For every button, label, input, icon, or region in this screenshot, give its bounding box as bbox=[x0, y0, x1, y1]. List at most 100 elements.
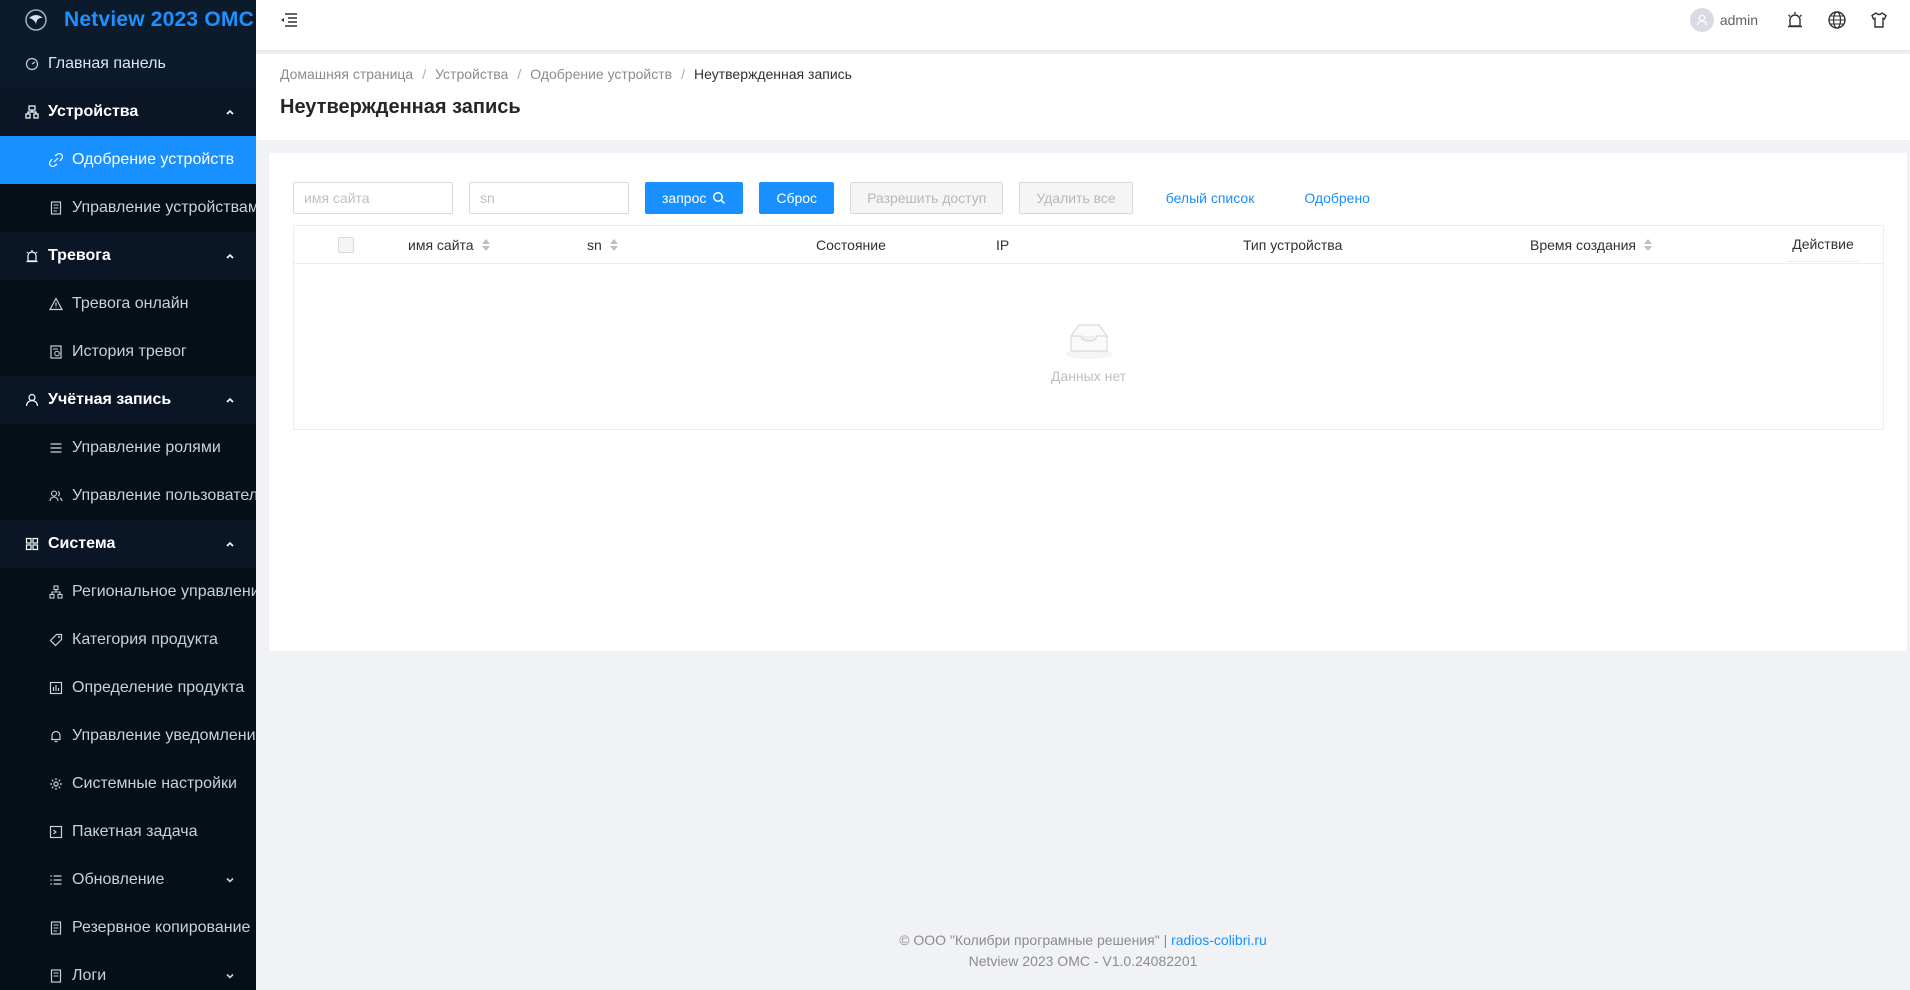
sidebar-item-product-definition[interactable]: Определение продукта bbox=[0, 664, 256, 712]
alarm-icon bbox=[24, 248, 40, 264]
sidebar-item-device-management[interactable]: Управление устройствами bbox=[0, 184, 256, 232]
search-icon bbox=[713, 192, 726, 205]
sidebar-item-notifications[interactable]: Управление уведомлениями bbox=[0, 712, 256, 760]
sidebar-item-alarm-history[interactable]: История тревог bbox=[0, 328, 256, 376]
sort-icon[interactable] bbox=[1644, 239, 1652, 251]
user-icon bbox=[24, 392, 40, 408]
sidebar-item-label: Обновление bbox=[72, 871, 165, 888]
sidebar-group-label: Система bbox=[48, 535, 116, 552]
user-menu[interactable]: admin bbox=[1689, 8, 1758, 32]
company-link[interactable]: radios-colibri.ru bbox=[1171, 932, 1267, 948]
reset-button[interactable]: Сброс bbox=[759, 182, 835, 214]
breadcrumb-separator: / bbox=[422, 66, 427, 82]
footer: © ООО "Колибри програмные решения" | rad… bbox=[256, 930, 1910, 972]
link-icon bbox=[48, 152, 64, 168]
whitelist-link[interactable]: белый список bbox=[1149, 182, 1272, 214]
sidebar-item-update[interactable]: Обновление bbox=[0, 856, 256, 904]
sidebar-item-label: Резервное копирование bbox=[72, 919, 251, 936]
column-label: sn bbox=[587, 237, 602, 253]
column-created-time[interactable]: Время создания bbox=[1530, 226, 1652, 264]
list-bullets-icon bbox=[48, 872, 64, 888]
breadcrumb-home[interactable]: Домашняя страница bbox=[280, 66, 413, 82]
devices-icon bbox=[24, 104, 40, 120]
column-label: имя сайта bbox=[408, 237, 474, 253]
chevron-down-icon bbox=[226, 877, 234, 883]
sidebar-item-label: Управление ролями bbox=[72, 439, 221, 456]
sidebar-item-batch-task[interactable]: Пакетная задача bbox=[0, 808, 256, 856]
empty-inbox-icon bbox=[1064, 323, 1113, 359]
site-name-input[interactable] bbox=[293, 182, 453, 214]
column-device-type: Тип устройства bbox=[1243, 226, 1342, 264]
sidebar-item-roles[interactable]: Управление ролями bbox=[0, 424, 256, 472]
top-header: admin bbox=[256, 0, 1910, 50]
query-label: запрос bbox=[662, 190, 707, 206]
chevron-up-icon bbox=[226, 397, 234, 403]
sidebar-item-backup[interactable]: Резервное копирование bbox=[0, 904, 256, 952]
sidebar-item-system-settings[interactable]: Системные настройки bbox=[0, 760, 256, 808]
sidebar-item-label: История тревог bbox=[72, 343, 187, 360]
globe-icon[interactable] bbox=[1826, 9, 1848, 31]
logo: Netview 2023 OMC bbox=[0, 0, 256, 40]
warning-icon bbox=[48, 296, 64, 312]
sidebar-group-account[interactable]: Учётная запись bbox=[0, 376, 256, 424]
records-table: имя сайта sn Состояние IP Тип устройства… bbox=[293, 225, 1884, 430]
menu-fold-icon[interactable] bbox=[278, 10, 300, 30]
footer-copyright-line: © ООО "Колибри програмные решения" | rad… bbox=[256, 930, 1910, 951]
column-sn[interactable]: sn bbox=[587, 226, 618, 264]
sidebar-item-users[interactable]: Управление пользователями bbox=[0, 472, 256, 520]
sidebar-item-dashboard[interactable]: Главная панель bbox=[0, 40, 256, 88]
version-text: Netview 2023 OMC - V1.0.24082201 bbox=[968, 953, 1198, 969]
list-icon bbox=[48, 440, 64, 456]
sidebar-group-alarm[interactable]: Тревога bbox=[0, 232, 256, 280]
chevron-down-icon bbox=[226, 973, 234, 979]
column-site-name[interactable]: имя сайта bbox=[408, 226, 490, 264]
document-icon bbox=[48, 968, 64, 984]
breadcrumb-separator: / bbox=[517, 66, 522, 82]
select-all-checkbox-cell bbox=[338, 226, 354, 264]
sidebar-group-devices[interactable]: Устройства bbox=[0, 88, 256, 136]
sidebar-group-label: Тревога bbox=[48, 247, 111, 264]
select-all-checkbox[interactable] bbox=[338, 237, 354, 253]
empty-state: Данных нет bbox=[294, 264, 1883, 429]
users-icon bbox=[48, 488, 64, 504]
sort-icon[interactable] bbox=[481, 239, 490, 251]
sidebar-item-label: Главная панель bbox=[48, 55, 166, 72]
sidebar: Netview 2023 OMC Главная панель Устройст… bbox=[0, 0, 256, 990]
sidebar-item-label: Категория продукта bbox=[72, 631, 218, 648]
empty-text: Данных нет bbox=[1050, 367, 1127, 384]
sidebar-item-label: Управление устройствами bbox=[72, 199, 256, 216]
alarm-bell-icon[interactable] bbox=[1784, 9, 1806, 31]
query-button[interactable]: запрос bbox=[645, 182, 744, 214]
sidebar-item-logs[interactable]: Логи bbox=[0, 952, 256, 990]
chevron-up-icon bbox=[226, 541, 234, 547]
theme-shirt-icon[interactable] bbox=[1868, 9, 1890, 31]
sn-input[interactable] bbox=[469, 182, 629, 214]
hierarchy-icon bbox=[48, 584, 64, 600]
allow-access-button[interactable]: Разрешить доступ bbox=[850, 182, 1004, 214]
logo-icon bbox=[25, 9, 47, 31]
column-label: Время создания bbox=[1530, 237, 1636, 253]
sidebar-item-product-category[interactable]: Категория продукта bbox=[0, 616, 256, 664]
sidebar-group-label: Устройства bbox=[48, 103, 139, 120]
header-actions: admin bbox=[1689, 0, 1910, 40]
grid-icon bbox=[24, 536, 40, 552]
sidebar-item-device-approval[interactable]: Одобрение устройств bbox=[0, 136, 256, 184]
history-doc-icon bbox=[48, 344, 64, 360]
column-state: Состояние bbox=[816, 226, 886, 264]
chevron-up-icon bbox=[226, 253, 234, 259]
page-title: Неутвержденная запись bbox=[280, 96, 521, 118]
sidebar-item-regional[interactable]: Региональное управление bbox=[0, 568, 256, 616]
sidebar-group-system[interactable]: Система bbox=[0, 520, 256, 568]
user-name: admin bbox=[1719, 12, 1758, 28]
breadcrumb-device-approval[interactable]: Одобрение устройств bbox=[530, 66, 672, 82]
column-ip: IP bbox=[996, 226, 1009, 264]
breadcrumb-devices[interactable]: Устройства bbox=[435, 66, 508, 82]
dashboard-icon bbox=[24, 56, 40, 72]
sidebar-item-label: Определение продукта bbox=[72, 679, 245, 696]
table-header: имя сайта sn Состояние IP Тип устройства… bbox=[294, 226, 1883, 264]
sidebar-item-alarm-online[interactable]: Тревога онлайн bbox=[0, 280, 256, 328]
sidebar-group-label: Учётная запись bbox=[48, 391, 172, 408]
sort-icon[interactable] bbox=[609, 239, 618, 251]
approved-link[interactable]: Одобрено bbox=[1287, 182, 1387, 214]
delete-all-button[interactable]: Удалить все bbox=[1019, 182, 1133, 214]
